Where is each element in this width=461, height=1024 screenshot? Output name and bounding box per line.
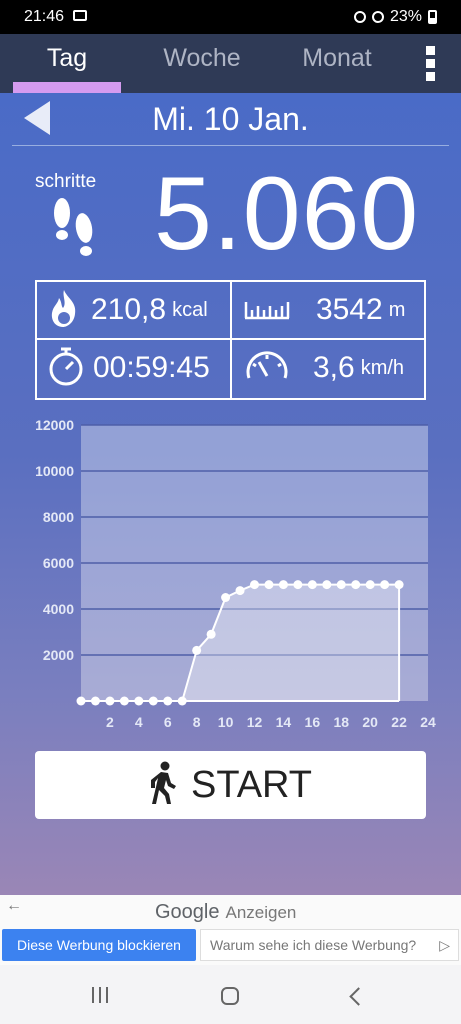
system-nav-bar bbox=[0, 965, 461, 1024]
speed-unit: km/h bbox=[360, 356, 405, 379]
data-point bbox=[278, 580, 288, 590]
data-point bbox=[351, 580, 361, 590]
why-ad-label: Warum sehe ich diese Werbung? bbox=[210, 937, 417, 953]
tab-bar: Tag Woche Monat bbox=[0, 34, 461, 93]
status-bar: 21:46 23% bbox=[0, 0, 461, 34]
tab-monat[interactable]: Monat bbox=[283, 44, 391, 73]
data-point bbox=[105, 696, 115, 706]
steps-count: 5.060 bbox=[154, 156, 420, 272]
battery-percent: 23% bbox=[389, 8, 422, 25]
steps-chart-svg: 200040006000800010000120002 4 6 8 10 12 14 16 18… bbox=[35, 417, 436, 730]
data-point bbox=[307, 580, 317, 590]
data-point bbox=[134, 696, 144, 706]
footprints-icon bbox=[45, 193, 101, 268]
ad-choices-icon: ▷ bbox=[439, 937, 450, 953]
date-navigation: Mi. 10 Jan. bbox=[0, 93, 461, 147]
distance-unit: m bbox=[388, 298, 406, 321]
ruler-icon bbox=[243, 296, 291, 325]
duration-value: 00:59:45 bbox=[93, 351, 210, 384]
data-point bbox=[293, 580, 303, 590]
y-tick-label: 4000 bbox=[43, 601, 74, 617]
distance-value: 3542 bbox=[316, 293, 383, 326]
battery-icon bbox=[428, 10, 437, 24]
ad-banner: ← Google Anzeigen Diese Werbung blockiere… bbox=[0, 895, 461, 965]
data-point bbox=[163, 696, 173, 706]
start-button[interactable]: START bbox=[35, 751, 426, 819]
data-point bbox=[76, 696, 86, 706]
data-point bbox=[250, 580, 259, 590]
y-tick-label: 8000 bbox=[43, 509, 74, 525]
current-date: Mi. 10 Jan. bbox=[152, 101, 309, 137]
overflow-menu-icon[interactable] bbox=[423, 44, 437, 84]
x-tick-label: 4 bbox=[135, 714, 143, 730]
data-point bbox=[336, 580, 346, 590]
why-ad-link[interactable]: Warum sehe ich diese Werbung? ▷ bbox=[200, 929, 459, 961]
x-tick-label: 10 bbox=[218, 714, 234, 730]
x-tick-label: 18 bbox=[333, 714, 349, 730]
start-button-label: START bbox=[190, 763, 313, 806]
main-panel: Mi. 10 Jan. schritte 5.060 210,8 kcal 35… bbox=[0, 93, 461, 895]
calories-value: 210,8 bbox=[91, 293, 167, 326]
back-icon[interactable] bbox=[349, 987, 368, 1006]
gallery-notification-icon bbox=[73, 10, 87, 21]
data-point bbox=[322, 580, 332, 590]
data-point bbox=[235, 586, 245, 596]
data-point bbox=[394, 580, 404, 590]
speedometer-icon bbox=[243, 346, 291, 391]
x-tick-label: 16 bbox=[305, 714, 321, 730]
x-tick-label: 24 bbox=[420, 714, 436, 730]
y-tick-label: 12000 bbox=[35, 417, 74, 433]
active-tab-indicator bbox=[13, 82, 121, 93]
x-tick-label: 8 bbox=[193, 714, 201, 730]
tab-woche[interactable]: Woche bbox=[148, 44, 256, 73]
y-tick-label: 6000 bbox=[43, 555, 74, 571]
flame-icon bbox=[47, 288, 81, 333]
ad-brand: Google Anzeigen bbox=[155, 901, 296, 924]
ad-label: Anzeigen bbox=[225, 903, 297, 922]
walking-person-icon bbox=[149, 761, 177, 810]
x-tick-label: 22 bbox=[391, 714, 407, 730]
speed-value: 3,6 bbox=[313, 351, 355, 384]
divider bbox=[12, 145, 449, 146]
tab-tag[interactable]: Tag bbox=[13, 44, 121, 73]
y-tick-label: 10000 bbox=[35, 463, 74, 479]
alarm-icon bbox=[353, 11, 366, 23]
data-point bbox=[221, 593, 231, 602]
data-point bbox=[206, 629, 216, 639]
x-tick-label: 6 bbox=[164, 714, 172, 730]
data-point bbox=[264, 580, 274, 590]
steps-label: schritte bbox=[35, 171, 97, 192]
speed-stat: 3,6 km/h bbox=[243, 340, 404, 396]
data-point bbox=[380, 580, 390, 590]
google-logo: Google bbox=[155, 901, 220, 923]
stats-grid: 210,8 kcal 3542 m 00:59:45 3,6 km/h bbox=[35, 280, 426, 400]
status-icons: 23% bbox=[353, 8, 437, 26]
status-time: 21:46 bbox=[24, 8, 65, 25]
block-ad-button[interactable]: Diese Werbung blockieren bbox=[2, 929, 196, 961]
wifi-icon bbox=[371, 11, 384, 23]
stopwatch-icon bbox=[47, 346, 85, 391]
duration-stat: 00:59:45 bbox=[47, 340, 210, 396]
stats-vertical-divider bbox=[230, 282, 232, 398]
data-point bbox=[192, 645, 202, 655]
calories-stat: 210,8 kcal bbox=[47, 282, 208, 338]
calories-unit: kcal bbox=[172, 298, 208, 321]
data-point bbox=[148, 696, 158, 706]
x-tick-label: 2 bbox=[106, 714, 114, 730]
data-point bbox=[119, 696, 129, 706]
data-point bbox=[177, 696, 187, 706]
x-tick-label: 20 bbox=[362, 714, 378, 730]
data-point bbox=[365, 580, 375, 590]
steps-chart: 2000 4000 6000 8000 10000 12000 2 4 6 8 10 12 14 16 18… bbox=[0, 413, 461, 733]
recent-apps-icon[interactable] bbox=[92, 987, 108, 1003]
distance-stat: 3542 m bbox=[243, 282, 405, 338]
ad-back-icon[interactable]: ← bbox=[6, 897, 22, 915]
y-tick-label: 2000 bbox=[43, 647, 74, 663]
x-tick-label: 12 bbox=[247, 714, 263, 730]
x-tick-label: 14 bbox=[276, 714, 292, 730]
home-icon[interactable] bbox=[221, 987, 239, 1005]
data-point bbox=[90, 696, 100, 706]
